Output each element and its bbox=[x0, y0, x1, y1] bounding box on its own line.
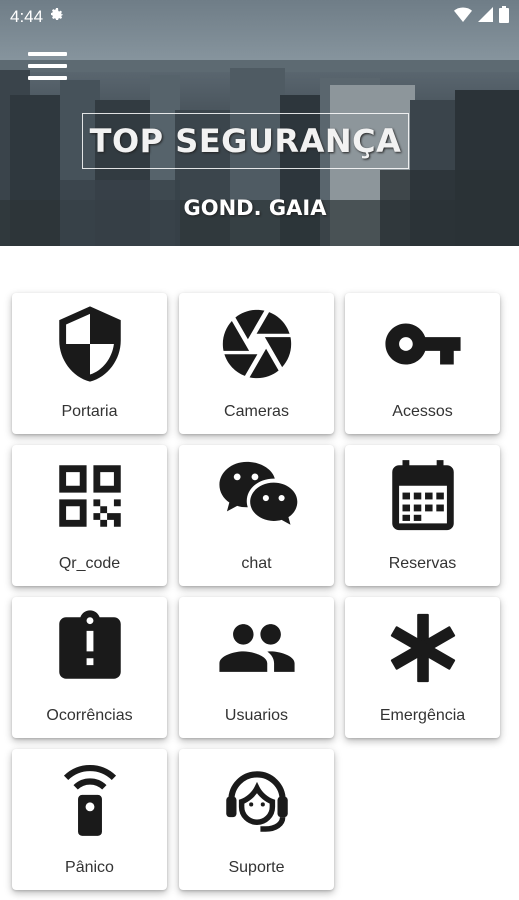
menu-card-label: Reservas bbox=[388, 555, 457, 572]
menu-card-cameras[interactable]: Cameras bbox=[179, 293, 334, 434]
status-time: 4:44 bbox=[10, 6, 44, 26]
shield-icon bbox=[12, 303, 167, 391]
signal-icon bbox=[478, 6, 493, 27]
brand-title: TOP SEGURANÇA bbox=[89, 122, 402, 160]
menu-card-label: Usuarios bbox=[224, 707, 289, 724]
menu-card-label: Ocorrências bbox=[46, 707, 133, 724]
menu-card-portaria[interactable]: Portaria bbox=[12, 293, 167, 434]
menu-card-suporte[interactable]: Suporte bbox=[179, 749, 334, 890]
menu-card-label: Pânico bbox=[65, 859, 114, 876]
menu-card-label: Portaria bbox=[61, 403, 118, 420]
header-banner: 4:44 TOP SEGURANÇA GOND. GAIA bbox=[0, 0, 519, 246]
menu-card-label: Emergência bbox=[379, 707, 466, 724]
qr-code-icon bbox=[12, 455, 167, 543]
menu-card-label: Suporte bbox=[228, 859, 285, 876]
menu-card-panico[interactable]: Pânico bbox=[12, 749, 167, 890]
status-bar: 4:44 bbox=[0, 0, 519, 33]
menu-card-label: Qr_code bbox=[58, 555, 121, 572]
menu-card-emergencia[interactable]: Emergência bbox=[345, 597, 500, 738]
menu-card-label: chat bbox=[241, 555, 272, 572]
report-alert-icon bbox=[12, 607, 167, 695]
calendar-icon bbox=[345, 455, 500, 543]
hamburger-menu-button[interactable] bbox=[28, 52, 68, 82]
condominium-name: GOND. GAIA bbox=[183, 196, 327, 220]
panic-remote-icon bbox=[12, 759, 167, 847]
menu-card-usuarios[interactable]: Usuarios bbox=[179, 597, 334, 738]
menu-card-label: Cameras bbox=[224, 403, 289, 420]
menu-card-ocorrencias[interactable]: Ocorrências bbox=[12, 597, 167, 738]
menu-card-reservas[interactable]: Reservas bbox=[345, 445, 500, 586]
key-icon bbox=[345, 303, 500, 391]
chat-icon bbox=[179, 455, 334, 543]
users-icon bbox=[179, 607, 334, 695]
battery-icon bbox=[499, 5, 509, 28]
support-headset-icon bbox=[179, 759, 334, 847]
wifi-icon bbox=[454, 7, 472, 27]
menu-card-label: Acessos bbox=[392, 403, 453, 420]
settings-gear-icon bbox=[49, 6, 65, 27]
asterisk-icon bbox=[345, 607, 500, 695]
camera-shutter-icon bbox=[179, 303, 334, 391]
menu-card-acessos[interactable]: Acessos bbox=[345, 293, 500, 434]
menu-card-chat[interactable]: chat bbox=[179, 445, 334, 586]
menu-card-qr-code[interactable]: Qr_code bbox=[12, 445, 167, 586]
